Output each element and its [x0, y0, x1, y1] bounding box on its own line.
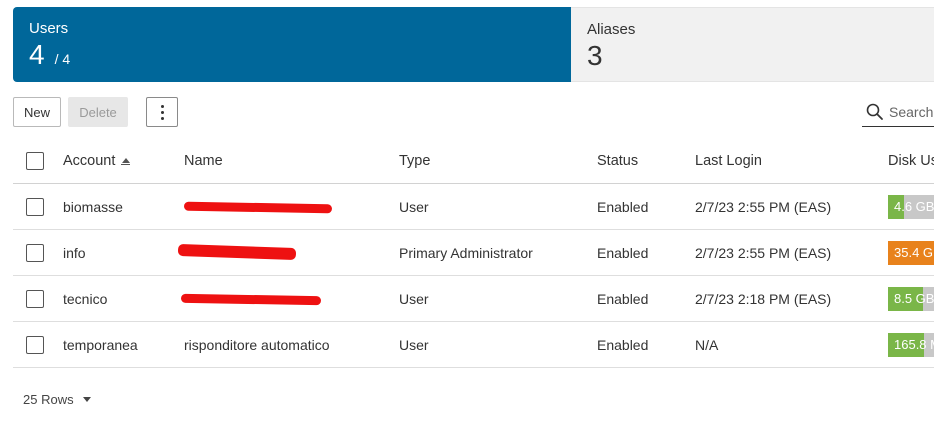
type-cell: Primary Administrator — [399, 244, 533, 261]
redaction-mark — [177, 243, 297, 261]
account-cell[interactable]: temporanea — [63, 322, 138, 367]
last-login-cell: N/A — [695, 336, 719, 353]
table-row[interactable]: tecnico User Enabled 2/7/23 2:18 PM (EAS… — [13, 276, 934, 322]
sort-ascending-icon — [121, 157, 131, 165]
row-checkbox[interactable] — [26, 289, 44, 308]
disk-usage-text: 8.5 GB — [894, 291, 934, 306]
disk-usage-text: 165.8 M — [894, 337, 934, 352]
last-login-cell: 2/7/23 2:18 PM (EAS) — [695, 290, 832, 307]
users-table: Account Name Type Status Last Login Disk… — [13, 139, 934, 368]
aliases-tile-label: Aliases — [587, 21, 636, 38]
users-tile-label: Users — [29, 20, 69, 37]
disk-cell: 35.4 G — [888, 230, 934, 275]
caret-down-icon — [82, 397, 91, 402]
more-actions-button[interactable] — [146, 97, 178, 127]
table-row[interactable]: biomasse User Enabled 2/7/23 2:55 PM (EA… — [13, 184, 934, 230]
select-all-checkbox[interactable] — [26, 152, 44, 170]
search-input-placeholder[interactable]: Search — [889, 104, 933, 120]
aliases-count: 3 — [587, 40, 603, 71]
disk-usage-text: 35.4 G — [894, 245, 934, 260]
name-cell: risponditore automatico — [184, 322, 330, 367]
aliases-tile-value: 3 — [587, 41, 934, 71]
column-last-login[interactable]: Last Login — [695, 139, 762, 183]
users-total: / 4 — [54, 51, 71, 67]
type-cell: User — [399, 198, 429, 215]
search-icon — [866, 103, 883, 120]
row-checkbox[interactable] — [26, 197, 44, 216]
column-name[interactable]: Name — [184, 139, 223, 183]
status-cell: Enabled — [597, 198, 649, 215]
status-cell: Enabled — [597, 244, 649, 261]
table-row[interactable]: temporanea risponditore automatico User … — [13, 322, 934, 368]
new-button[interactable]: New — [13, 97, 61, 127]
table-header: Account Name Type Status Last Login Disk… — [13, 139, 934, 184]
disk-cell: 4.6 GB — [888, 184, 934, 229]
disk-usage-bar: 4.6 GB — [888, 194, 934, 219]
delete-button[interactable]: Delete — [68, 97, 128, 127]
row-checkbox[interactable] — [26, 335, 44, 354]
kebab-menu-icon — [160, 104, 164, 120]
column-disk-usage[interactable]: Disk Us — [888, 139, 934, 183]
redaction-mark — [183, 201, 333, 214]
type-cell: User — [399, 336, 429, 353]
summary-tiles: Users 4 / 4 Aliases 3 — [13, 7, 934, 82]
toolbar: New Delete Search — [13, 97, 934, 129]
table-row[interactable]: info Primary Administrator Enabled 2/7/2… — [13, 230, 934, 276]
account-cell[interactable]: tecnico — [63, 276, 107, 321]
disk-usage-bar: 165.8 M — [888, 332, 934, 357]
disk-usage-bar: 35.4 G — [888, 240, 934, 265]
last-login-cell: 2/7/23 2:55 PM (EAS) — [695, 198, 832, 215]
disk-cell: 165.8 M — [888, 322, 934, 367]
rows-per-page-selector[interactable]: 25 Rows — [23, 392, 91, 407]
account-cell[interactable]: info — [63, 230, 86, 275]
users-count: 4 — [29, 39, 45, 70]
redaction-mark — [180, 293, 322, 306]
search-box[interactable]: Search — [862, 97, 934, 127]
last-login-cell: 2/7/23 2:55 PM (EAS) — [695, 244, 832, 261]
column-status[interactable]: Status — [597, 139, 638, 183]
type-cell: User — [399, 290, 429, 307]
aliases-tile[interactable]: Aliases 3 — [571, 7, 934, 82]
column-type[interactable]: Type — [399, 139, 430, 183]
column-account[interactable]: Account — [63, 139, 131, 183]
disk-cell: 8.5 GB — [888, 276, 934, 321]
account-cell[interactable]: biomasse — [63, 184, 123, 229]
disk-usage-text: 4.6 GB — [894, 199, 934, 214]
users-tile-value: 4 / 4 — [29, 40, 571, 74]
name-text: risponditore automatico — [184, 336, 330, 353]
status-cell: Enabled — [597, 336, 649, 353]
rows-per-page-label: 25 Rows — [23, 392, 74, 407]
status-cell: Enabled — [597, 290, 649, 307]
row-checkbox[interactable] — [26, 243, 44, 262]
users-tile[interactable]: Users 4 / 4 — [13, 7, 571, 82]
disk-usage-bar: 8.5 GB — [888, 286, 934, 311]
column-account-label: Account — [63, 153, 116, 169]
